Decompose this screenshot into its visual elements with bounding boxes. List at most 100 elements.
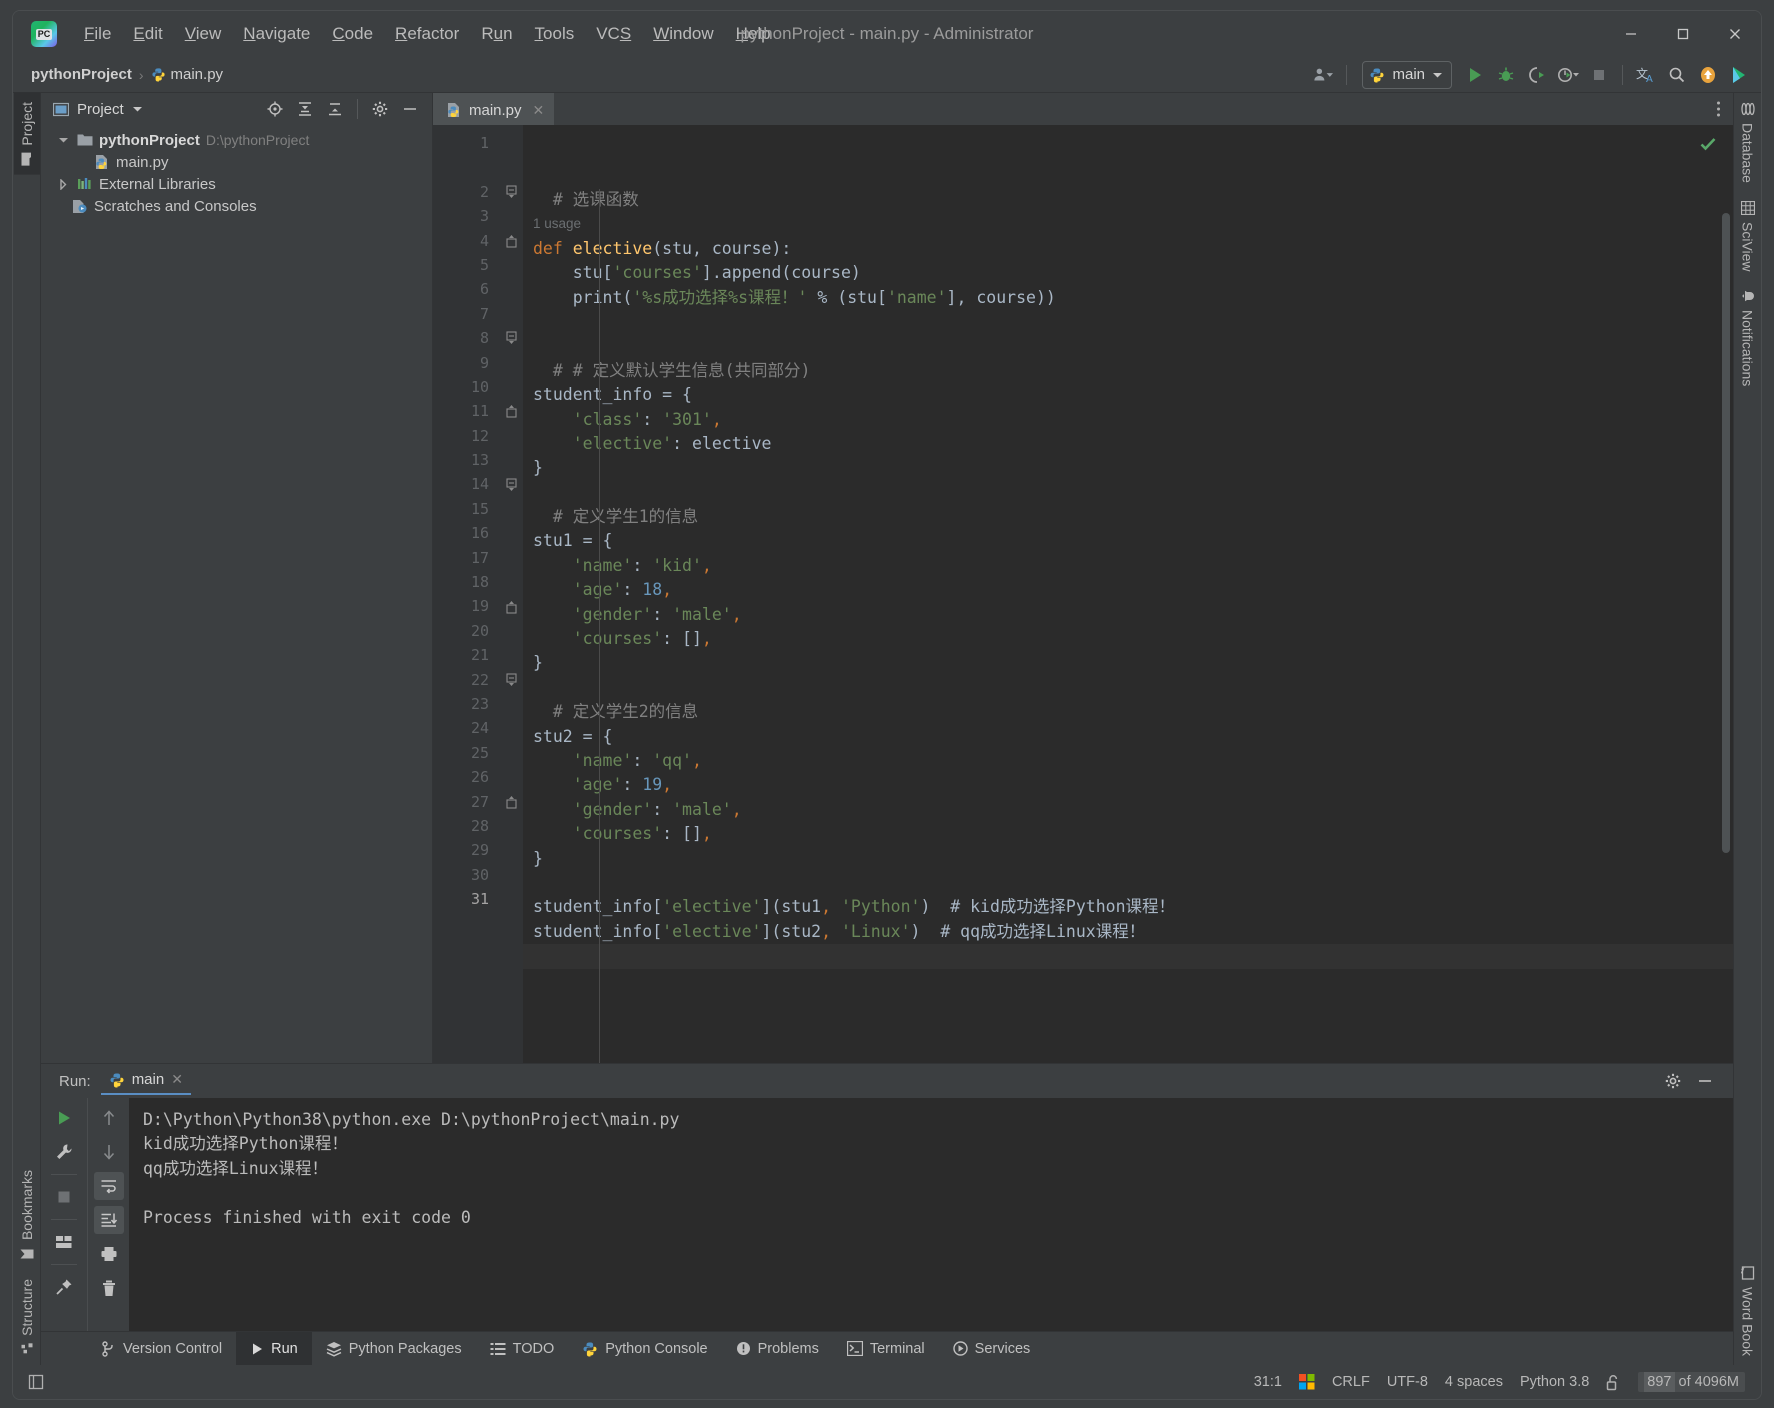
menu-tools[interactable]: Tools — [524, 20, 586, 48]
soft-wrap-icon[interactable] — [93, 1172, 124, 1200]
breadcrumb-item-file[interactable]: main.py — [151, 66, 223, 83]
indent-setting[interactable]: 4 spaces — [1445, 1374, 1503, 1390]
collapse-all-icon[interactable] — [321, 96, 349, 122]
fold-marker-open[interactable] — [499, 180, 523, 204]
update-icon[interactable] — [1694, 62, 1722, 88]
stop-icon[interactable] — [49, 1183, 79, 1211]
run-coverage-icon[interactable] — [1523, 62, 1551, 88]
code-line[interactable] — [523, 944, 1733, 969]
layout-toggle-icon[interactable] — [27, 1373, 45, 1391]
code-line[interactable]: 'name': 'kid', — [523, 554, 1733, 578]
code-line[interactable]: print('%s成功选择%s课程！' % (stu['name'], cour… — [523, 286, 1733, 310]
code-editor[interactable]: 1 2 3 4 5 6 7 8 9 10 11 12 13 14 15 16 17 18 19 20 21 22 23 24 2… — [433, 125, 1733, 1063]
menu-run[interactable]: Run — [470, 20, 523, 48]
pin-icon[interactable] — [49, 1273, 79, 1301]
chevron-right-icon[interactable] — [55, 178, 71, 190]
hide-icon[interactable] — [1691, 1068, 1719, 1094]
code-line[interactable]: student_info['elective'](stu2, 'Linux') … — [523, 920, 1733, 944]
code-line[interactable]: 'courses': [], — [523, 627, 1733, 651]
minimize-button[interactable] — [1605, 11, 1657, 57]
code-line[interactable] — [523, 334, 1733, 358]
code-line[interactable]: # # 定义默认学生信息(共同部分) — [523, 359, 1733, 383]
tool-window-todo[interactable]: TODO — [476, 1332, 569, 1365]
code-line[interactable]: # 选课函数 — [523, 188, 1733, 212]
fold-marker-close[interactable] — [499, 594, 523, 618]
tree-node-scratches[interactable]: Scratches and Consoles — [41, 195, 432, 217]
close-icon[interactable]: ✕ — [529, 102, 545, 119]
up-arrow-icon[interactable] — [94, 1104, 124, 1132]
code-line[interactable]: 'age': 19, — [523, 773, 1733, 797]
code-line[interactable]: } — [523, 651, 1733, 675]
tool-window-python-console[interactable]: Python Console — [568, 1332, 721, 1365]
stop-icon[interactable] — [1585, 62, 1613, 88]
menu-refactor[interactable]: Refactor — [384, 20, 470, 48]
settings-icon[interactable] — [366, 96, 394, 122]
code-line[interactable]: def elective(stu, course): — [523, 237, 1733, 261]
tool-window-run[interactable]: Run — [236, 1332, 312, 1365]
fold-marker-open[interactable] — [499, 472, 523, 496]
code-text[interactable]: # 选课函数 1 usage def elective(stu, course): … — [523, 125, 1733, 1063]
rerun-icon[interactable] — [49, 1104, 79, 1132]
close-button[interactable] — [1709, 11, 1761, 57]
editor-options-icon[interactable] — [1704, 93, 1733, 125]
wrench-icon[interactable] — [49, 1138, 79, 1166]
editor-scrollbar[interactable] — [1722, 213, 1730, 853]
menu-window[interactable]: Window — [642, 20, 724, 48]
tool-window-python-packages[interactable]: Python Packages — [312, 1332, 476, 1365]
sidebar-item-project[interactable]: Project — [13, 93, 40, 175]
run-configuration-selector[interactable]: main — [1362, 60, 1452, 89]
breadcrumb-item-project[interactable]: pythonProject — [31, 66, 132, 83]
code-line[interactable]: 'courses': [], — [523, 822, 1733, 846]
trash-icon[interactable] — [94, 1274, 124, 1302]
memory-indicator[interactable]: 897 of 4096M — [1638, 1372, 1745, 1392]
windows-icon[interactable] — [1298, 1374, 1315, 1390]
code-line[interactable] — [523, 676, 1733, 700]
scroll-to-end-icon[interactable] — [93, 1206, 124, 1234]
code-line[interactable] — [523, 871, 1733, 895]
code-fold-column[interactable] — [499, 125, 523, 1063]
translate-icon[interactable]: 文 A — [1632, 62, 1660, 88]
fold-marker-close[interactable] — [499, 229, 523, 253]
search-icon[interactable] — [1663, 62, 1691, 88]
menu-navigate[interactable]: Navigate — [232, 20, 321, 48]
menu-help[interactable]: Help — [725, 20, 782, 48]
code-line[interactable]: 'name': 'qq', — [523, 749, 1733, 773]
menu-code[interactable]: Code — [321, 20, 384, 48]
code-line[interactable]: # 定义学生2的信息 — [523, 700, 1733, 724]
fold-marker-open[interactable] — [499, 668, 523, 692]
layout-icon[interactable] — [49, 1228, 79, 1256]
menu-file[interactable]: FFileile — [73, 20, 122, 48]
code-line[interactable]: student_info['elective'](stu1, 'Python')… — [523, 895, 1733, 919]
unlocked-icon[interactable] — [1606, 1374, 1621, 1391]
code-line[interactable]: } — [523, 847, 1733, 871]
code-line[interactable]: stu2 = { — [523, 725, 1733, 749]
debug-icon[interactable] — [1492, 62, 1520, 88]
hide-icon[interactable] — [396, 96, 424, 122]
code-line[interactable]: stu1 = { — [523, 529, 1733, 553]
tree-node-pythonproject[interactable]: pythonProject D:\pythonProject — [41, 129, 432, 151]
ide-icon[interactable] — [1725, 62, 1753, 88]
sidebar-item-sciview[interactable]: SciView — [1735, 192, 1761, 281]
tool-window-terminal[interactable]: Terminal — [833, 1332, 939, 1365]
print-icon[interactable] — [94, 1240, 124, 1268]
code-line[interactable]: student_info = { — [523, 383, 1733, 407]
caret-position[interactable]: 31:1 — [1254, 1374, 1282, 1390]
close-icon[interactable]: ✕ — [171, 1071, 183, 1088]
code-line[interactable]: } — [523, 456, 1733, 480]
code-line[interactable]: stu['courses'].append(course) — [523, 261, 1733, 285]
file-encoding[interactable]: UTF-8 — [1387, 1374, 1428, 1390]
sidebar-item-structure[interactable]: Structure — [14, 1270, 40, 1365]
code-line[interactable]: 'age': 18, — [523, 578, 1733, 602]
menu-edit[interactable]: Edit — [122, 20, 173, 48]
tool-window-services[interactable]: Services — [939, 1332, 1045, 1365]
code-line[interactable]: 'gender': 'male', — [523, 603, 1733, 627]
run-tab-main[interactable]: main ✕ — [100, 1067, 191, 1095]
sidebar-item-word-book[interactable]: A Word Book — [1735, 1257, 1761, 1365]
project-dropdown-icon[interactable] — [132, 105, 143, 113]
tool-window-problems[interactable]: Problems — [722, 1332, 833, 1365]
maximize-button[interactable] — [1657, 11, 1709, 57]
account-icon[interactable] — [1309, 62, 1337, 88]
tree-node-mainpy[interactable]: main.py — [41, 151, 432, 173]
down-arrow-icon[interactable] — [94, 1138, 124, 1166]
fold-marker-close[interactable] — [499, 399, 523, 423]
